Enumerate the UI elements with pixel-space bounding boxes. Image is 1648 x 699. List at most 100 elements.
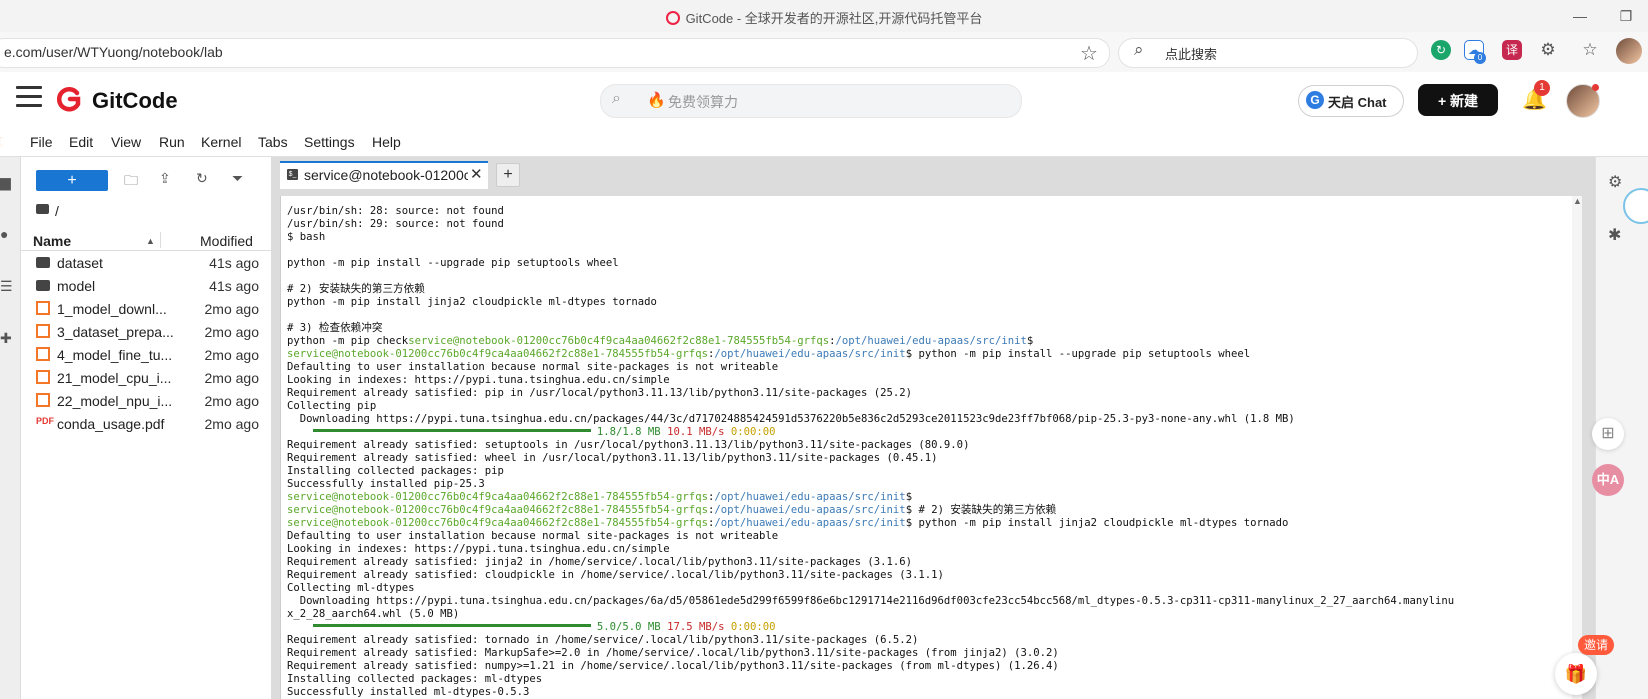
file-row-dataset[interactable]: dataset 41s ago xyxy=(21,253,271,277)
terminal-line: Requirement already satisfied: wheel in … xyxy=(287,452,938,464)
sync-extension-icon[interactable]: ↻ xyxy=(1431,40,1451,60)
file-browser-tab-icon[interactable]: ▆ xyxy=(0,174,11,191)
terminal-output[interactable]: /usr/bin/sh: 28: source: not found /usr/… xyxy=(287,205,1569,699)
terminal-line: Requirement already satisfied: cloudpick… xyxy=(287,569,944,581)
folder-icon[interactable] xyxy=(36,204,49,214)
terminal-line: Successfully installed pip-25.3 xyxy=(287,478,485,490)
prompt-user: service@notebook-01200cc76b0c4f9ca4aa046… xyxy=(287,504,708,516)
terminal-line: Requirement already satisfied: tornado i… xyxy=(287,634,919,646)
breadcrumb[interactable]: / xyxy=(55,203,59,219)
terminal-line: Installing collected packages: ml-dtypes xyxy=(287,673,543,685)
file-row-notebook[interactable]: 4_model_fine_tu... 2mo ago xyxy=(21,345,271,369)
gift-icon[interactable]: 🎁 xyxy=(1555,653,1597,695)
menu-kernel[interactable]: Kernel xyxy=(201,134,241,150)
minimize-button[interactable]: — xyxy=(1560,4,1600,28)
scroll-up-icon[interactable]: ▲ xyxy=(1573,196,1582,206)
menu-file[interactable]: File xyxy=(30,134,53,150)
terminal-command: $ python -m pip install --upgrade pip se… xyxy=(905,348,1251,360)
bookmark-star-icon[interactable]: ☆ xyxy=(1080,41,1098,66)
hamburger-menu-icon[interactable] xyxy=(16,86,42,113)
translate-extension-icon[interactable]: 译 xyxy=(1502,40,1522,60)
download-size: 1.8/1.8 MB xyxy=(596,426,661,438)
prompt-path: /opt/huawei/edu-apaas/src/init xyxy=(835,335,1027,347)
close-tab-icon[interactable]: ✕ xyxy=(470,165,483,183)
file-name: conda_usage.pdf xyxy=(57,416,165,432)
download-rate: 17.5 MB/s xyxy=(667,621,725,633)
url-text[interactable]: e.com/user/WTYuong/notebook/lab xyxy=(4,44,223,60)
column-name-header[interactable]: Name xyxy=(33,233,71,249)
terminal-line: Downloading https://pypi.tuna.tsinghua.e… xyxy=(287,413,1295,425)
file-row-notebook[interactable]: 3_dataset_prepa... 2mo ago xyxy=(21,322,271,346)
browser-search-box[interactable] xyxy=(1118,38,1418,68)
file-modified: 2mo ago xyxy=(204,324,259,340)
debugger-bug-icon[interactable]: ✱ xyxy=(1608,225,1621,245)
new-folder-icon[interactable]: 🗀 xyxy=(124,170,138,194)
new-button-label[interactable]: + 新建 xyxy=(1418,91,1498,111)
terminal-command: $ python -m pip install jinja2 cloudpick… xyxy=(905,517,1289,529)
prompt-user: service@notebook-01200cc76b0c4f9ca4aa046… xyxy=(287,348,708,360)
file-name: 4_model_fine_tu... xyxy=(57,347,173,363)
sort-ascending-icon[interactable]: ▲ xyxy=(146,236,155,246)
favorites-icon[interactable]: ☆ xyxy=(1580,40,1600,60)
terminal-line: Collecting ml-dtypes xyxy=(287,582,415,594)
prompt-user: service@notebook-01200cc76b0c4f9ca4aa046… xyxy=(287,491,708,503)
menu-edit[interactable]: Edit xyxy=(69,134,93,150)
file-name: model xyxy=(57,278,96,294)
tab-label[interactable]: service@notebook-01200cc76b0c4f9ca4aa046… xyxy=(304,167,468,183)
terminal-line: $ bash xyxy=(287,231,326,243)
property-inspector-icon[interactable]: ⚙ xyxy=(1608,172,1622,192)
invite-badge[interactable]: 邀请 xyxy=(1578,635,1614,655)
translate-float-button[interactable]: 中A xyxy=(1592,464,1624,496)
fire-icon: 🔥 xyxy=(647,92,666,109)
terminal-line: # 3) 检查依赖冲突 xyxy=(287,322,383,334)
file-row-pdf[interactable]: PDF conda_usage.pdf 2mo ago xyxy=(21,414,271,438)
prompt-path: /opt/huawei/edu-apaas/src/init xyxy=(714,348,906,360)
file-modified: 2mo ago xyxy=(204,393,259,409)
column-divider[interactable] xyxy=(160,232,161,248)
tianqi-chat-label[interactable]: 天启 Chat xyxy=(1328,92,1387,111)
menu-settings[interactable]: Settings xyxy=(304,134,355,150)
refresh-icon[interactable]: ↻ xyxy=(196,170,208,187)
search-icon: ⌕ xyxy=(612,90,621,107)
terminal-scrollbar[interactable] xyxy=(1572,196,1582,699)
jupyter-menubar xyxy=(0,130,1648,157)
gitcode-favicon-icon xyxy=(665,11,680,25)
menu-run[interactable]: Run xyxy=(159,134,185,150)
gitcode-brand[interactable]: GitCode xyxy=(92,88,178,114)
gitcode-search-placeholder[interactable]: 免费领算力 xyxy=(668,92,738,112)
restore-button[interactable]: ❐ xyxy=(1606,4,1646,28)
file-modified: 2mo ago xyxy=(204,301,259,317)
upload-icon[interactable]: ⇪ xyxy=(159,170,171,187)
avatar-status-dot xyxy=(1592,84,1599,91)
menu-help[interactable]: Help xyxy=(372,134,401,150)
grid-icon[interactable]: ⊞ xyxy=(1592,418,1624,450)
menu-view[interactable]: View xyxy=(111,134,141,150)
terminal-line: Defaulting to user installation because … xyxy=(287,530,779,542)
table-of-contents-icon[interactable]: ☰ xyxy=(0,278,13,295)
extensions-icon[interactable]: ✚ xyxy=(0,330,12,347)
terminal-line: Requirement already satisfied: pip in /u… xyxy=(287,387,913,399)
terminal-command: $ # 2) 安装缺失的第三方依赖 xyxy=(905,504,1057,516)
add-tab-button[interactable]: + xyxy=(496,163,520,187)
jupyter-logo-icon: ◐ xyxy=(0,130,7,152)
menu-tabs[interactable]: Tabs xyxy=(258,134,288,150)
browser-profile-avatar[interactable] xyxy=(1616,38,1642,64)
file-row-notebook[interactable]: 1_model_downl... 2mo ago xyxy=(21,299,271,323)
folder-icon xyxy=(36,257,50,268)
file-row-notebook[interactable]: 22_model_npu_i... 2mo ago xyxy=(21,391,271,415)
download-eta: 0:00:00 xyxy=(730,621,776,633)
new-launcher-button[interactable]: + xyxy=(36,170,108,191)
file-row-model[interactable]: model 41s ago xyxy=(21,276,271,300)
running-sessions-icon[interactable]: ● xyxy=(0,226,8,242)
browser-search-placeholder[interactable]: 点此搜索 xyxy=(1165,44,1217,63)
terminal-line: Requirement already satisfied: MarkupSaf… xyxy=(287,647,1059,659)
extensions-puzzle-icon[interactable]: ⚙ xyxy=(1538,40,1558,60)
filter-icon[interactable]: ⏷ xyxy=(232,170,243,187)
file-row-notebook[interactable]: 21_model_cpu_i... 2mo ago xyxy=(21,368,271,392)
download-progress-bar xyxy=(312,429,591,432)
gitcode-logo-icon[interactable] xyxy=(55,85,83,113)
terminal-line: Defaulting to user installation because … xyxy=(287,361,779,373)
download-eta: 0:00:00 xyxy=(730,426,776,438)
prompt-path: /opt/huawei/edu-apaas/src/init xyxy=(714,491,906,503)
column-modified-header[interactable]: Modified xyxy=(200,233,253,249)
